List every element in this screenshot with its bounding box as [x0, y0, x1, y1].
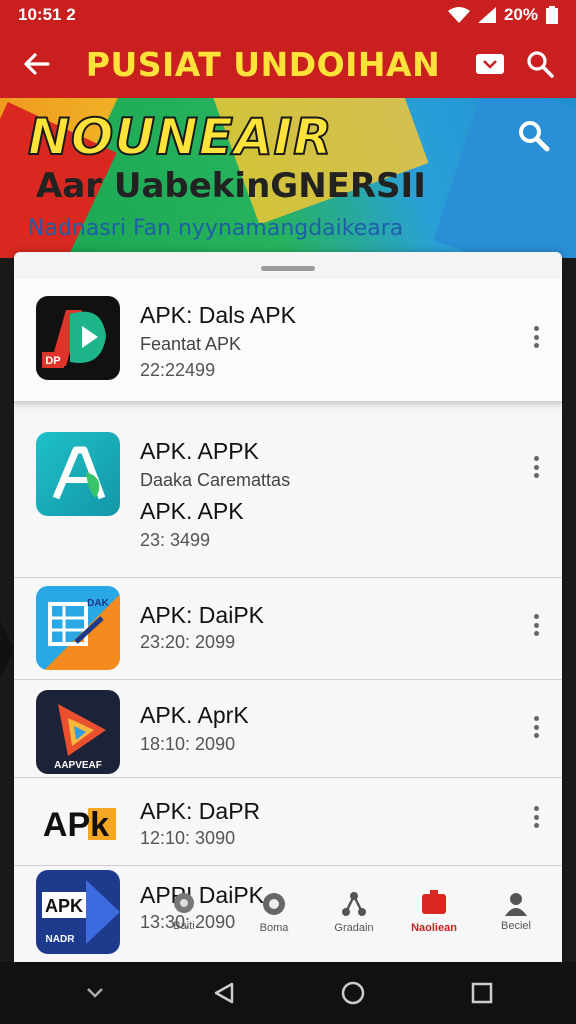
system-home-button[interactable]	[333, 973, 373, 1013]
bookmark-icon	[422, 890, 446, 914]
hide-keyboard-button[interactable]	[75, 973, 115, 1013]
nav-item-home[interactable]: Baiti	[144, 890, 224, 932]
more-options-button[interactable]	[526, 452, 546, 482]
wifi-icon	[447, 7, 470, 23]
system-nav-bar	[0, 962, 576, 1024]
search-icon	[527, 51, 554, 78]
background-decoration	[0, 620, 14, 680]
banner-shape	[433, 98, 576, 258]
list-item[interactable]: APk APK: DaPR 12:10: 3090	[14, 778, 562, 866]
transfer-grid-icon: DAK	[36, 586, 120, 670]
nav-item-share[interactable]: Gradain	[314, 890, 394, 934]
battery-level: 20%	[503, 5, 538, 24]
back-arrow-icon	[24, 53, 50, 75]
download-sheet: DP APK: Dals APK Feantat APK 22:22499 AP…	[14, 252, 562, 962]
app-title: APK: DaiPK	[140, 602, 264, 628]
nav-item-profile[interactable]: Beciel	[476, 890, 556, 932]
nav-item-bookmark[interactable]: Naoliean	[394, 890, 474, 934]
apk-logo-icon: APk	[36, 782, 120, 866]
signal-icon	[477, 7, 496, 23]
banner-subheading: Aar UabekinGNERSII	[36, 166, 426, 206]
banner-tagline: Nadnasri Fan nyynamangdaikeara	[28, 216, 404, 241]
status-icons: 20%	[447, 5, 558, 25]
nav-label: Boma	[259, 922, 289, 934]
app-date: 23: 3499	[140, 530, 211, 550]
more-options-button[interactable]	[526, 802, 546, 832]
nav-item-settings[interactable]: Boma	[234, 890, 314, 934]
play-triangle-icon: AAPVEAF	[36, 690, 120, 774]
recents-square-icon	[471, 982, 492, 1004]
banner-search-icon[interactable]	[516, 118, 550, 152]
chevron-down-icon	[86, 988, 103, 998]
promo-banner[interactable]: NOUNEAIR Aar UabekinGNERSII Nadnasri Fan…	[0, 98, 576, 258]
banner-heading: NOUNEAIR	[27, 107, 333, 167]
list-item[interactable]: DP APK: Dals APK Feantat APK 22:22499	[14, 278, 562, 402]
home-circle-icon	[341, 981, 364, 1005]
nav-label: Gradain	[334, 922, 374, 934]
app-title: APK. AprK	[140, 702, 249, 728]
page-title: PUSIAT UNDOIHAN	[85, 44, 441, 84]
list-item[interactable]: APK. APPK Daaka Caremattas APK. APK 23: …	[14, 412, 562, 578]
app-title: APK: Dals APK	[140, 302, 296, 328]
back-triangle-icon	[214, 982, 233, 1004]
search-button[interactable]	[522, 46, 558, 82]
more-options-button[interactable]	[526, 322, 546, 352]
nav-label: Naoliean	[411, 922, 457, 934]
cast-button[interactable]	[472, 46, 508, 82]
app-icon-logo-text: APk	[43, 806, 109, 844]
letter-a-icon	[36, 432, 120, 516]
system-recents-button[interactable]	[462, 973, 502, 1013]
app-icon-badge: DP	[45, 355, 60, 367]
battery-icon	[546, 6, 558, 24]
profile-icon	[505, 893, 527, 916]
status-bar: 10:51 2 20%	[0, 0, 576, 30]
app-title: APK: DaPR	[140, 798, 261, 824]
app-date: 18:10: 2090	[140, 734, 236, 754]
app-date: 23:20: 2099	[140, 632, 236, 652]
more-options-button[interactable]	[526, 610, 546, 640]
app-title-secondary: APK. APK	[140, 498, 244, 524]
nav-label: Beciel	[501, 920, 531, 932]
system-back-button[interactable]	[204, 973, 244, 1013]
nav-label: Baiti	[173, 920, 195, 932]
list-item[interactable]: DAK APK: DaiPK 23:20: 2099	[14, 578, 562, 680]
share-icon	[342, 892, 366, 916]
back-button[interactable]	[18, 46, 54, 82]
list-item[interactable]: AAPVEAF APK. AprK 18:10: 2090	[14, 680, 562, 778]
app-title: APK. APPK	[140, 438, 259, 464]
app-icon-badge: DAK	[87, 598, 109, 609]
app-icon-badge: AAPVEAF	[54, 760, 102, 771]
status-time: 10:51 2	[18, 5, 76, 24]
play-store-icon: DP	[36, 296, 120, 380]
app-subtitle: Daaka Caremattas	[140, 470, 291, 490]
bottom-nav: Baiti Boma Gradain Naoliean Beciel	[14, 890, 562, 950]
home-icon	[174, 893, 194, 913]
cast-icon	[476, 54, 504, 74]
drag-handle[interactable]	[261, 266, 315, 271]
settings-icon	[263, 893, 285, 915]
app-bar: PUSIAT UNDOIHAN	[0, 30, 576, 98]
app-date: 12:10: 3090	[140, 828, 236, 848]
app-subtitle: Feantat APK	[140, 334, 242, 354]
app-date: 22:22499	[140, 360, 216, 380]
more-options-button[interactable]	[526, 712, 546, 742]
